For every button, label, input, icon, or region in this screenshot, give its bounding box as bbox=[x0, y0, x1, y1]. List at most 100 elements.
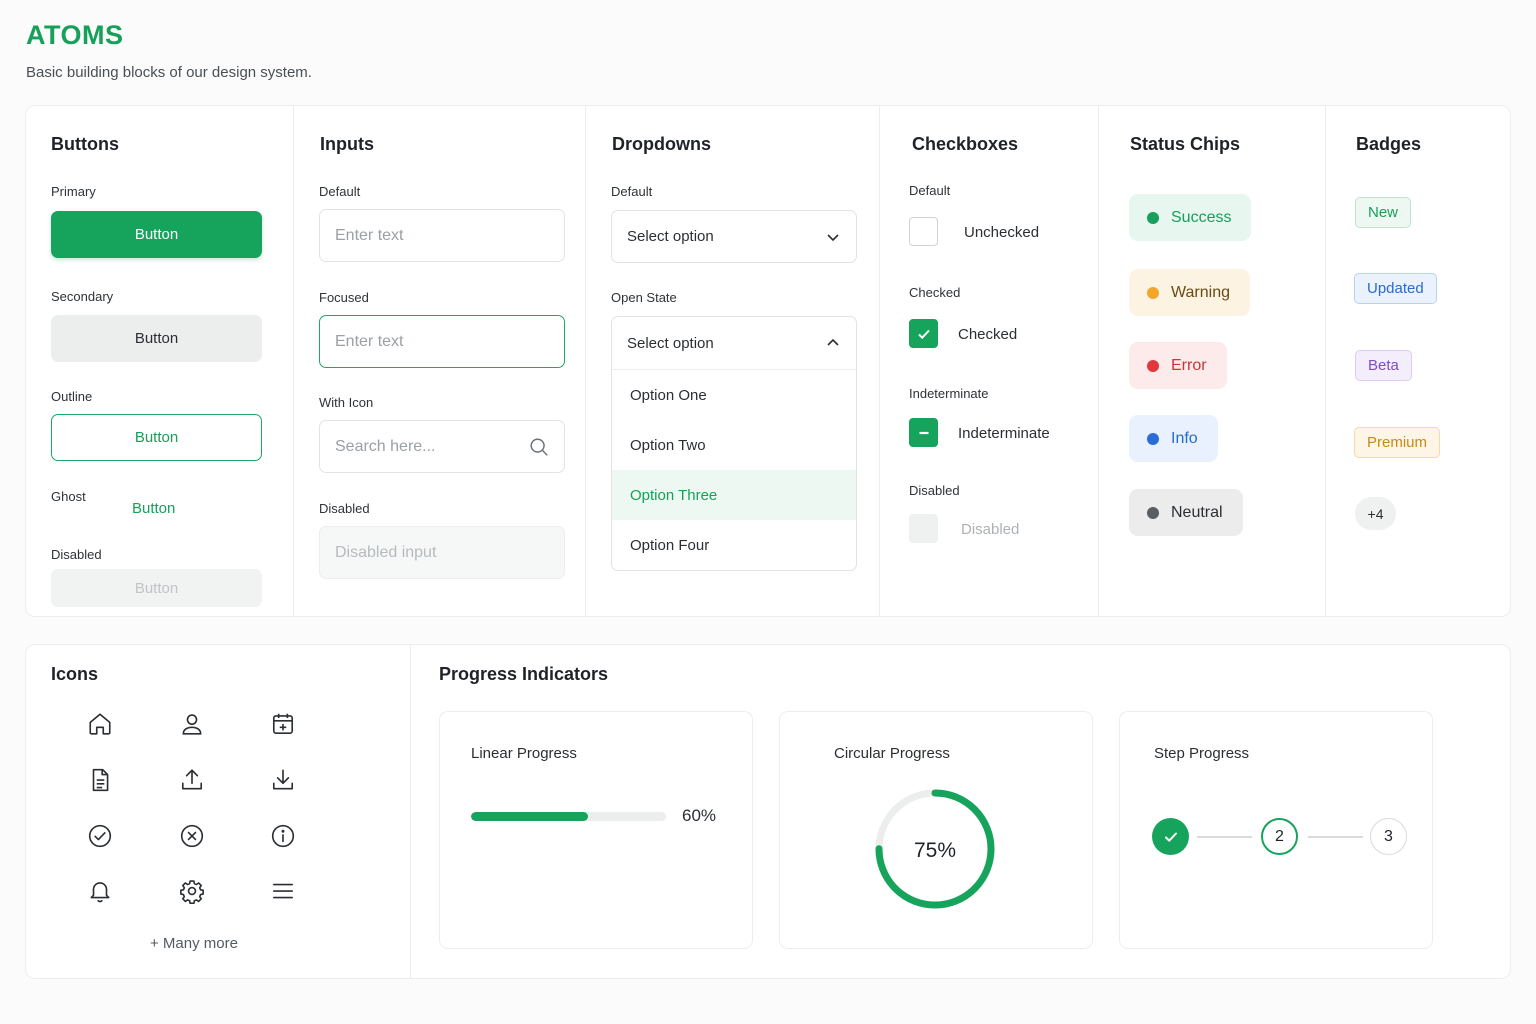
disabled-input-label: Disabled bbox=[319, 501, 370, 516]
step-progress-card: Step Progress 2 3 bbox=[1119, 711, 1433, 949]
chip-error-text: Error bbox=[1171, 356, 1207, 374]
circular-progress-ring: 75% bbox=[875, 789, 995, 909]
checkbox-indeterminate[interactable] bbox=[909, 418, 938, 447]
document-icon bbox=[85, 765, 115, 795]
focused-input[interactable]: Enter text bbox=[319, 315, 565, 368]
chip-success-text: Success bbox=[1171, 208, 1232, 226]
secondary-label: Secondary bbox=[51, 289, 114, 304]
default-input[interactable]: Enter text bbox=[319, 209, 565, 262]
section-title-checkboxes: Checkboxes bbox=[912, 134, 1019, 154]
progress-section: Progress Indicators Linear Progress 60% … bbox=[411, 645, 1511, 978]
disabled-label: Disabled bbox=[51, 547, 102, 562]
default-input-label: Default bbox=[319, 184, 361, 199]
badge-count: +4 bbox=[1355, 497, 1396, 530]
search-input[interactable]: Search here... bbox=[319, 420, 565, 473]
section-title-buttons: Buttons bbox=[51, 134, 119, 154]
inputs-section: Inputs Default Enter text Focused Enter … bbox=[294, 106, 586, 616]
badge-beta: Beta bbox=[1355, 350, 1412, 381]
primary-button[interactable]: Button bbox=[51, 211, 262, 258]
status-chips-section: Status Chips Success Warning Error Info … bbox=[1099, 106, 1326, 616]
linear-progress-fill bbox=[471, 812, 588, 821]
focused-input-placeholder: Enter text bbox=[335, 332, 404, 350]
bell-icon bbox=[85, 876, 115, 906]
badge-updated: Updated bbox=[1354, 273, 1437, 304]
section-title-inputs: Inputs bbox=[320, 134, 374, 154]
section-title-badges: Badges bbox=[1356, 134, 1422, 154]
user-icon bbox=[177, 709, 207, 739]
search-input-placeholder: Search here... bbox=[335, 437, 436, 455]
page-subtitle: Basic building blocks of our design syst… bbox=[26, 64, 312, 81]
chip-error: Error bbox=[1129, 342, 1227, 389]
section-title-dropdowns: Dropdowns bbox=[612, 134, 711, 154]
badge-premium: Premium bbox=[1354, 427, 1441, 458]
ghost-button[interactable]: Button bbox=[132, 486, 175, 531]
chevron-down-icon bbox=[827, 234, 839, 242]
gear-icon bbox=[177, 876, 207, 906]
check-icon bbox=[917, 329, 930, 339]
secondary-button[interactable]: Button bbox=[51, 315, 262, 362]
chip-neutral: Neutral bbox=[1129, 489, 1243, 536]
checkbox-checked-text: Checked bbox=[958, 326, 1018, 343]
atoms-panel: Buttons Primary Button Secondary Button … bbox=[25, 105, 1511, 617]
circular-progress-title: Circular Progress bbox=[834, 745, 950, 762]
chip-info: Info bbox=[1129, 415, 1218, 462]
menu-icon bbox=[268, 876, 298, 906]
checkbox-checked[interactable] bbox=[909, 319, 938, 348]
focused-input-label: Focused bbox=[319, 290, 369, 305]
checkbox-indeterminate-label: Indeterminate bbox=[909, 386, 989, 401]
section-title-icons: Icons bbox=[51, 664, 99, 684]
dropdown-option[interactable]: Option Four bbox=[612, 520, 856, 570]
section-title-status-chips: Status Chips bbox=[1130, 134, 1241, 154]
disabled-input-placeholder: Disabled input bbox=[335, 543, 437, 561]
step-upcoming: 3 bbox=[1370, 818, 1407, 855]
circular-progress-value: 75% bbox=[914, 839, 956, 862]
primary-label: Primary bbox=[51, 184, 96, 199]
home-icon bbox=[85, 709, 115, 739]
chip-neutral-text: Neutral bbox=[1171, 503, 1223, 521]
upload-icon bbox=[177, 765, 207, 795]
chip-info-text: Info bbox=[1171, 429, 1198, 447]
info-dot-icon bbox=[1147, 432, 1159, 445]
step-progress-title: Step Progress bbox=[1154, 745, 1250, 762]
icons-section: Icons + Many more bbox=[26, 645, 411, 978]
linear-progress-track bbox=[471, 812, 666, 821]
chevron-up-icon bbox=[827, 338, 839, 346]
badges-section: Badges New Updated Beta Premium +4 bbox=[1326, 106, 1512, 616]
success-dot-icon bbox=[1147, 211, 1159, 224]
checkboxes-section: Checkboxes Default Unchecked Checked Che… bbox=[880, 106, 1099, 616]
chip-warning: Warning bbox=[1129, 269, 1250, 316]
error-dot-icon bbox=[1147, 359, 1159, 372]
default-dropdown-label: Default bbox=[611, 184, 653, 199]
search-icon[interactable] bbox=[528, 436, 550, 458]
warning-dot-icon bbox=[1147, 286, 1159, 299]
neutral-dot-icon bbox=[1147, 506, 1159, 519]
calendar-icon bbox=[268, 709, 298, 739]
default-dropdown[interactable]: Select option bbox=[611, 210, 857, 263]
outline-label: Outline bbox=[51, 389, 93, 404]
checkbox-unchecked[interactable] bbox=[909, 217, 938, 246]
default-input-placeholder: Enter text bbox=[335, 226, 404, 244]
open-dropdown-value: Select option bbox=[627, 334, 714, 352]
step-connector bbox=[1197, 836, 1252, 838]
outline-button[interactable]: Button bbox=[51, 414, 262, 461]
dropdown-option-selected[interactable]: Option Three bbox=[612, 470, 856, 520]
bottom-panel: Icons + Many more Progress Indicators Li… bbox=[25, 644, 1511, 979]
ghost-label: Ghost bbox=[51, 489, 86, 504]
checkbox-unchecked-text: Unchecked bbox=[964, 224, 1040, 241]
dropdowns-section: Dropdowns Default Select option Open Sta… bbox=[586, 106, 880, 616]
default-dropdown-value: Select option bbox=[627, 228, 714, 245]
step-current: 2 bbox=[1261, 818, 1298, 855]
disabled-input: Disabled input bbox=[319, 526, 565, 579]
buttons-section: Buttons Primary Button Secondary Button … bbox=[26, 106, 294, 616]
checkbox-disabled-label: Disabled bbox=[909, 483, 960, 498]
section-title-progress: Progress Indicators bbox=[439, 664, 609, 684]
checkbox-disabled bbox=[909, 514, 938, 543]
dropdown-option[interactable]: Option One bbox=[612, 370, 856, 420]
checkbox-indeterminate-text: Indeterminate bbox=[958, 425, 1050, 442]
dropdown-option[interactable]: Option Two bbox=[612, 420, 856, 470]
open-dropdown[interactable]: Select option Option One Option Two Opti… bbox=[611, 316, 857, 571]
linear-progress-title: Linear Progress bbox=[471, 745, 577, 762]
step-completed bbox=[1152, 818, 1189, 855]
chip-warning-text: Warning bbox=[1171, 283, 1230, 301]
open-dropdown-trigger[interactable]: Select option bbox=[612, 317, 856, 370]
